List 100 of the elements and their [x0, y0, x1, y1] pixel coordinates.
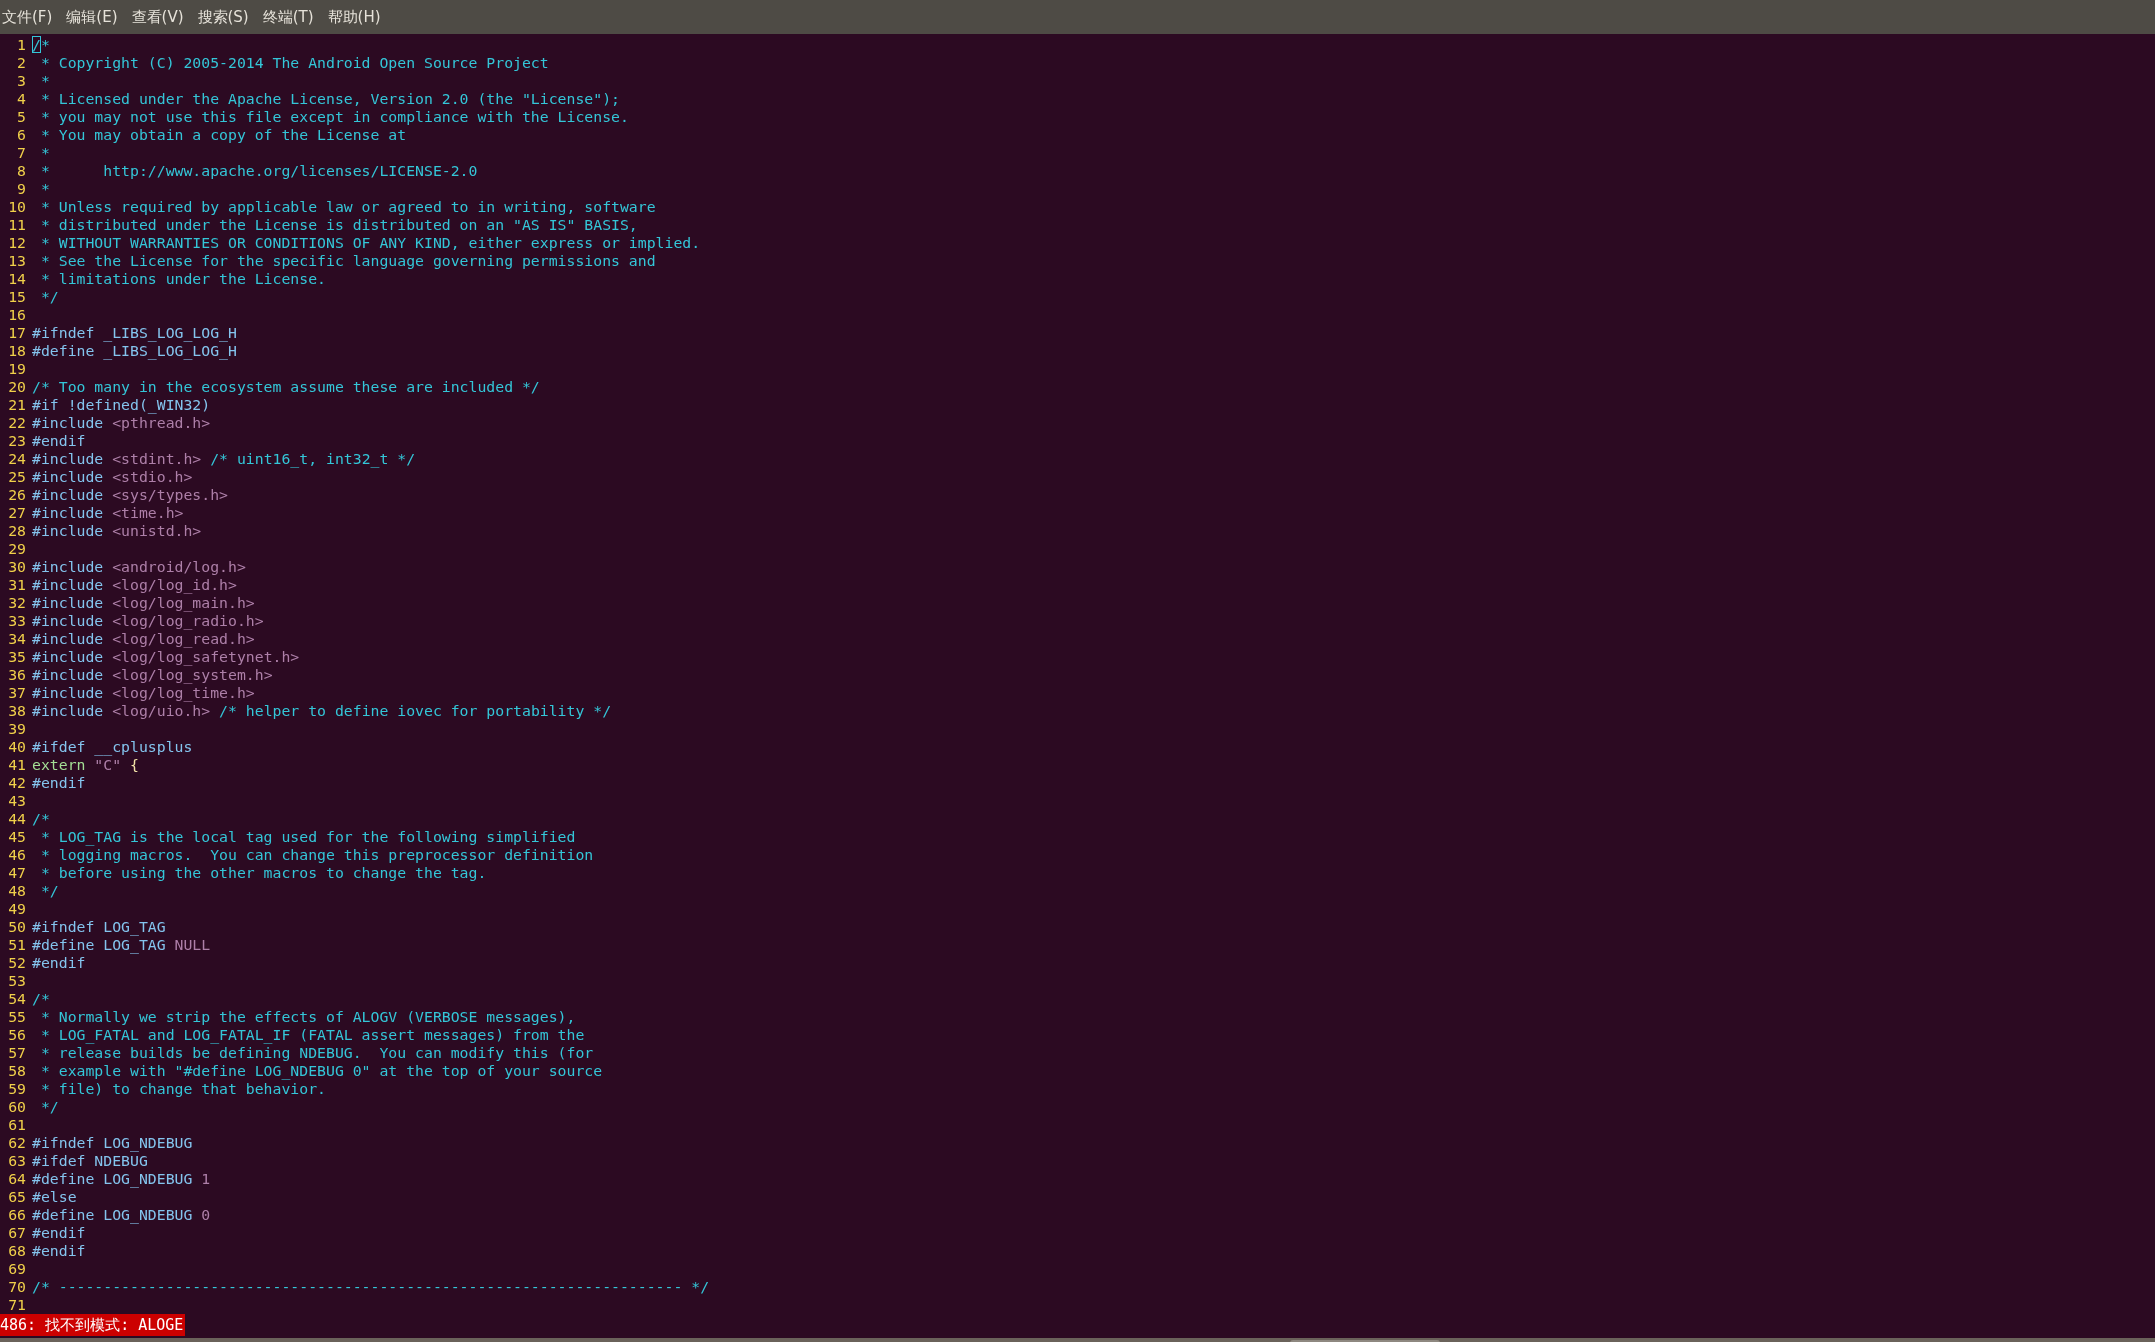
line-number: 71	[7, 1296, 26, 1314]
menu-item[interactable]: 编辑(E)	[66, 7, 118, 27]
line-number: 24	[7, 450, 26, 468]
code-line: #else	[32, 1188, 77, 1206]
line-number: 42	[7, 774, 26, 792]
line-number: 11	[7, 216, 26, 234]
code-line: * Copyright (C) 2005-2014 The Android Open Source Project	[39, 54, 549, 72]
line-number: 28	[7, 522, 26, 540]
code-line: * You may obtain a copy of the License at	[39, 126, 407, 144]
line-number: 37	[7, 684, 26, 702]
code-line: * example with "#define LOG_NDEBUG 0" at the top of your source	[39, 1062, 603, 1080]
line-number: 26	[7, 486, 26, 504]
line-number: 52	[7, 954, 26, 972]
code-line: * logging macros. You can change this preprocessor definition	[39, 846, 594, 864]
code-line: *	[39, 180, 50, 198]
line-number: 58	[7, 1062, 26, 1080]
line-number: 17	[7, 324, 26, 342]
code-line: #include <log/log_safetynet.h>	[32, 648, 300, 666]
line-number: 39	[7, 720, 26, 738]
line-number: 40	[7, 738, 26, 756]
line-number: 51	[7, 936, 26, 954]
line-number: 50	[7, 918, 26, 936]
line-number: 22	[7, 414, 26, 432]
line-number: 45	[7, 828, 26, 846]
code-line: /*	[32, 990, 50, 1008]
line-number: 21	[7, 396, 26, 414]
line-number: 49	[7, 900, 26, 918]
code-line: */	[39, 1098, 59, 1116]
code-line: #endif	[32, 432, 86, 450]
line-number: 6	[16, 126, 26, 144]
line-number: 47	[7, 864, 26, 882]
code-line: #ifndef LOG_TAG	[32, 918, 166, 936]
code-line: #include <log/log_main.h>	[32, 594, 255, 612]
line-number: 60	[7, 1098, 26, 1116]
line-number: 62	[7, 1134, 26, 1152]
menu-item[interactable]: 帮助(H)	[327, 7, 381, 27]
code-line: #include <log/log_system.h>	[32, 666, 273, 684]
code-line: #endif	[32, 954, 86, 972]
code-line: #include <log/log_time.h>	[32, 684, 255, 702]
line-number: 3	[16, 72, 26, 90]
code-line: #define LOG_TAG NULL	[32, 936, 211, 954]
code-line: #include <stdio.h>	[32, 468, 193, 486]
code-line: #include <log/log_radio.h>	[32, 612, 264, 630]
code-line: * release builds be defining NDEBUG. You can modify this (for	[39, 1044, 594, 1062]
line-number: 38	[7, 702, 26, 720]
code-line: */	[39, 882, 59, 900]
line-number: 48	[7, 882, 26, 900]
line-number: 36	[7, 666, 26, 684]
line-number: 53	[7, 972, 26, 990]
line-number: 19	[7, 360, 26, 378]
line-number: 69	[7, 1260, 26, 1278]
menu-item[interactable]: 文件(F)	[2, 7, 53, 27]
code-line: * WITHOUT WARRANTIES OR CONDITIONS OF ANY KIND, either express or implied.	[39, 234, 701, 252]
menu-item[interactable]: 搜索(S)	[197, 7, 249, 27]
code-line: /* ---------------------------------------------------------------------- */	[32, 1278, 710, 1296]
line-number: 41	[7, 756, 26, 774]
line-number: 64	[7, 1170, 26, 1188]
line-number: 4	[16, 90, 26, 108]
line-number: 65	[7, 1188, 26, 1206]
line-number: 15	[7, 288, 26, 306]
code-line: */	[39, 288, 59, 306]
line-number: 32	[7, 594, 26, 612]
line-number: 14	[7, 270, 26, 288]
code-line: #include <android/log.h>	[32, 558, 246, 576]
code-line: #ifndef _LIBS_LOG_LOG_H	[32, 324, 237, 342]
line-number: 12	[7, 234, 26, 252]
code-line: * distributed under the License is distributed on an "AS IS" BASIS,	[39, 216, 638, 234]
line-number: 29	[7, 540, 26, 558]
line-number: 1	[16, 36, 26, 54]
line-number: 18	[7, 342, 26, 360]
line-number: 54	[7, 990, 26, 1008]
line-number: 5	[16, 108, 26, 126]
menu-item[interactable]: 查看(V)	[131, 7, 184, 27]
line-number: 68	[7, 1242, 26, 1260]
code-line: * Unless required by applicable law or agreed to in writing, software	[39, 198, 656, 216]
code-line: * file) to change that behavior.	[39, 1080, 326, 1098]
line-number: 8	[16, 162, 26, 180]
line-number: 70	[7, 1278, 26, 1296]
code-line: #include <log/log_read.h>	[32, 630, 255, 648]
code-line: #ifndef LOG_NDEBUG	[32, 1134, 193, 1152]
code-line: #ifdef NDEBUG	[32, 1152, 148, 1170]
code-line: * you may not use this file except in compliance with the License.	[39, 108, 629, 126]
line-number: 31	[7, 576, 26, 594]
menu-item[interactable]: 终端(T)	[262, 7, 314, 27]
code-line: #include <sys/types.h>	[32, 486, 228, 504]
line-number: 56	[7, 1026, 26, 1044]
line-number: 33	[7, 612, 26, 630]
line-number: 20	[7, 378, 26, 396]
line-number: 16	[7, 306, 26, 324]
line-number: 57	[7, 1044, 26, 1062]
code-line: #ifdef __cplusplus	[32, 738, 193, 756]
line-number: 66	[7, 1206, 26, 1224]
line-number: 10	[7, 198, 26, 216]
code-line: #endif	[32, 1242, 86, 1260]
code-line: #include <log/log_id.h>	[32, 576, 237, 594]
code-line: #include <pthread.h>	[32, 414, 211, 432]
line-number: 46	[7, 846, 26, 864]
line-number: 59	[7, 1080, 26, 1098]
code-line: /*	[32, 810, 50, 828]
code-line: #define LOG_NDEBUG 0	[32, 1206, 211, 1224]
